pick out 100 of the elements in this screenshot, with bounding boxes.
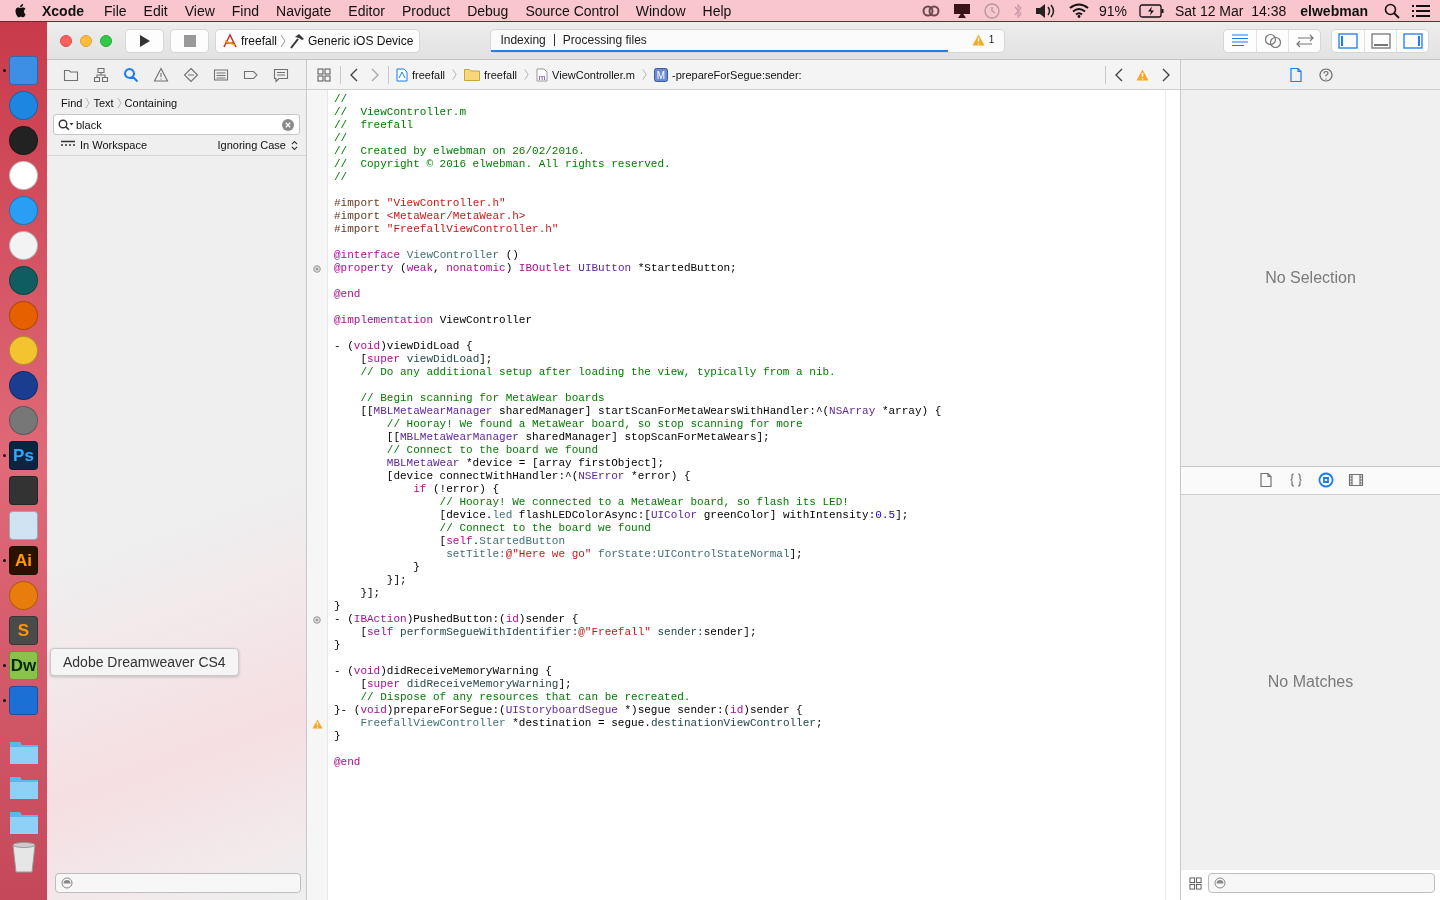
case-popup-button[interactable]: Ignoring Case [217,139,298,151]
menu-item[interactable]: Editor [348,2,385,19]
issue-navigator-tab[interactable] [153,66,169,83]
code-line: @end [334,756,361,769]
code-line: [[MBLMetaWearManager sharedManager] stopScanForMetaWears]; [385,431,770,444]
app-icon[interactable]: Ai [9,546,38,575]
outlet-connection-icon[interactable] [313,264,321,273]
menu-item[interactable]: Help [702,2,732,19]
app-icon[interactable] [9,196,38,225]
symbol-navigator-tab[interactable] [93,66,109,83]
hammer-icon [289,32,306,49]
find-navigator-tab[interactable] [123,66,139,83]
lines-icon [1231,33,1249,48]
code-line: @interface ViewController () [334,249,519,262]
code-line: MBLMetaWear *device = [array firstObject]; [385,457,665,470]
menu-item[interactable]: Source Control [525,2,619,19]
search-icon[interactable] [1384,2,1400,19]
filter-field[interactable] [1208,873,1435,893]
find-mode-popup[interactable]: Find [61,97,83,109]
code-line: // Copyright © 2016 elwebman. All rights reserved. [334,158,671,171]
grid-icon[interactable] [317,67,331,82]
battery-icon[interactable] [1139,3,1165,18]
volume-icon[interactable] [1034,2,1057,19]
menu-item[interactable]: Edit [143,2,168,19]
find-mode-popup[interactable]: Containing [124,97,178,109]
warning-icon[interactable] [311,718,323,729]
chevron-icon [642,68,647,81]
code-line: } [334,639,341,652]
destination-button[interactable]: Generic iOS Device [289,32,414,49]
breadcrumb[interactable]: M -prepareForSegue:sender: [654,67,802,82]
breadcrumb[interactable]: freefall [464,68,518,81]
list-icon[interactable] [1412,3,1430,18]
stop-button[interactable] [171,29,208,52]
code-line: #import "ViewController.h" [334,197,506,210]
app-icon[interactable] [9,161,38,190]
apple-icon[interactable] [14,2,28,19]
search-input[interactable]: black [74,118,282,131]
menu-item[interactable]: View [184,2,215,19]
app-icon[interactable]: Ps [9,441,38,470]
zoom-button[interactable] [100,34,112,47]
breadcrumb[interactable]: m ViewController.m [536,67,635,82]
code-line: [device connectWithHandler:^(NSError *error) { [385,470,691,483]
menu-item[interactable]: Debug [467,2,509,19]
test-navigator-tab[interactable] [183,66,199,83]
forward-icon[interactable] [371,67,379,82]
debug-navigator-tab[interactable] [213,66,229,83]
cloud-icon[interactable] [920,3,941,18]
warning-icon[interactable] [971,33,985,46]
code-line: } [412,561,420,574]
help-inspector-tab[interactable] [1317,66,1334,83]
run-button[interactable] [126,29,163,52]
find-mode-popup[interactable]: Text [93,97,114,109]
next-issue-icon[interactable] [1162,67,1170,82]
code-line: [super didReceiveMemoryWarning]; [359,678,572,691]
up-down-chevron-icon [291,139,298,151]
menu-item[interactable]: Find [231,2,260,19]
app-icon[interactable] [9,126,38,155]
app-icon[interactable] [9,406,38,435]
clock-text[interactable]: Sat 12 Mar 14:38 [1175,2,1287,19]
grid-icon[interactable] [1189,876,1202,890]
app-icon[interactable] [9,511,38,540]
filter-field[interactable] [55,873,301,893]
filter-icon [1214,877,1226,889]
file-inspector-tab[interactable] [1287,66,1304,83]
menu-item[interactable]: Navigate [276,2,332,19]
menu-item[interactable]: File [104,2,127,19]
app-icon[interactable] [9,266,38,295]
report-navigator-tab[interactable] [273,66,289,83]
trash-icon[interactable] [10,840,37,873]
previous-issue-icon[interactable] [1115,67,1123,82]
menu-item[interactable]: Product [401,2,451,19]
display-icon[interactable] [952,2,971,19]
code-line: [self performSegueWithIdentifier:@"Freefall" sender:sender]; [359,626,757,639]
filter-icon [61,877,73,889]
app-icon[interactable]: Dw [9,651,38,680]
back-icon[interactable] [350,67,358,82]
breadcrumb[interactable]: freefall [396,67,446,82]
overlapping-circles-icon [1263,32,1282,49]
code-line: [device.led flashLEDColorAsync:[UIColor greenColor] withIntensity:0.5]; [438,509,909,522]
app-icon[interactable] [9,336,38,365]
clear-icon[interactable] [282,118,294,131]
object-library-tab[interactable] [1317,472,1334,488]
user-name[interactable]: elwebman [1300,2,1368,19]
media-library-tab[interactable] [1347,472,1364,488]
menu-item[interactable]: Xcode [42,2,84,19]
arrows-icon [1294,33,1315,48]
app-icon[interactable]: S [9,616,38,645]
wifi-icon[interactable] [1068,3,1089,18]
app-icon[interactable] [9,231,38,260]
app-icon[interactable] [9,371,38,400]
scope-button[interactable]: In Workspace [61,139,148,151]
file-library-tab[interactable] [1257,472,1274,488]
warning-count[interactable]: 1 [988,34,995,45]
menu-item[interactable]: Window [635,2,686,19]
scheme-button[interactable]: freefall [222,32,278,49]
code-line: } [334,730,341,743]
outlet-connection-icon[interactable] [313,615,321,624]
search-field[interactable]: black [53,114,300,135]
code-line: - (void)viewDidLoad { [334,340,473,353]
close-button[interactable] [60,34,72,47]
